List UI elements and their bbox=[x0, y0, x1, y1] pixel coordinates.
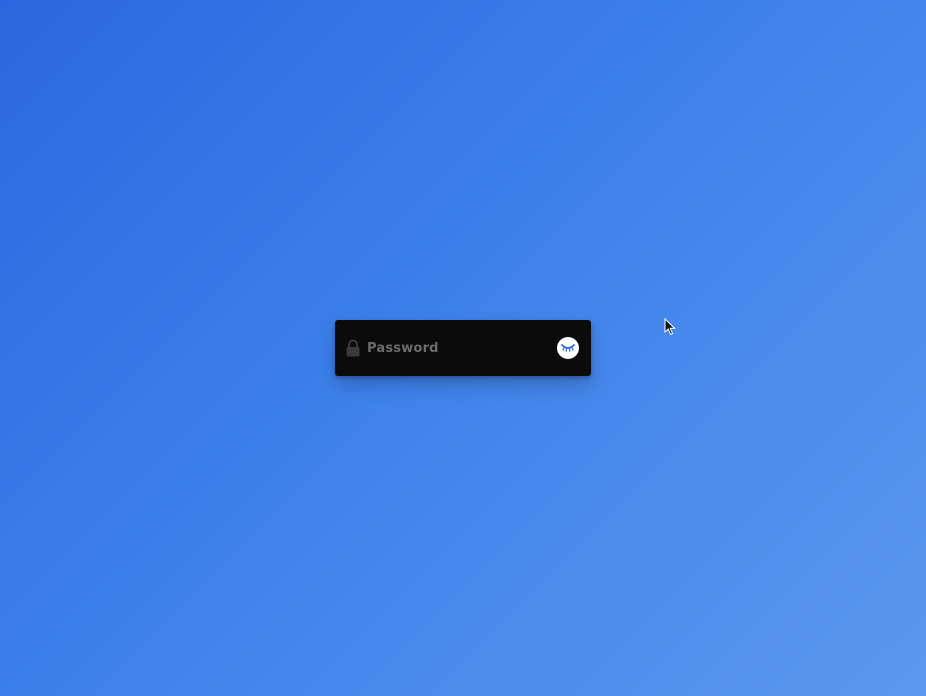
show-password-toggle[interactable] bbox=[557, 337, 579, 359]
lock-icon bbox=[345, 338, 361, 358]
eye-closed-icon bbox=[560, 342, 576, 354]
password-input[interactable] bbox=[367, 320, 557, 376]
pointer-cursor-icon bbox=[664, 317, 676, 336]
password-field-container bbox=[335, 320, 591, 376]
